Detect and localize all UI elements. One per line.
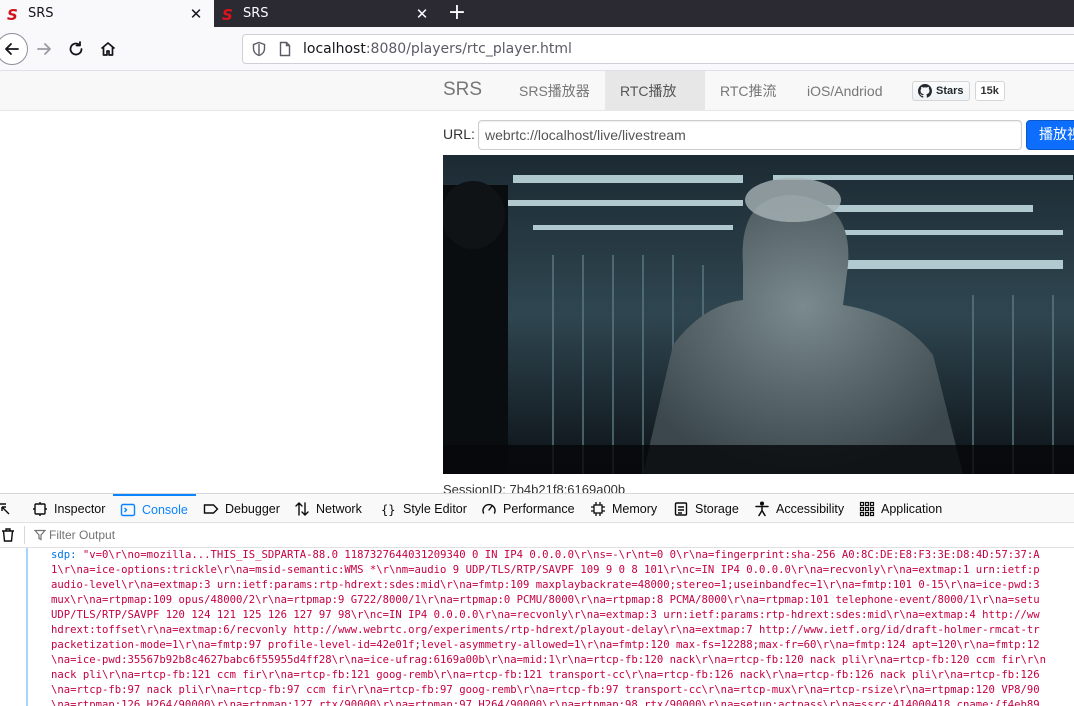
srs-favicon-icon: S xyxy=(222,6,233,22)
back-button[interactable] xyxy=(0,33,28,65)
shield-icon[interactable] xyxy=(251,41,267,57)
element-picker-button[interactable] xyxy=(0,494,18,523)
console-line: \na=ice-pwd:35567b92b8c4627babc6f55955d4… xyxy=(51,654,1046,666)
address-bar[interactable]: localhost:8080/players/rtc_player.html xyxy=(242,34,1074,64)
network-icon xyxy=(295,501,309,516)
new-tab-plus-icon[interactable]: + xyxy=(445,0,469,27)
nav-srs-player[interactable]: SRS播放器 xyxy=(504,71,605,111)
github-icon xyxy=(918,84,932,98)
devtools-tab-style-editor[interactable]: {} Style Editor xyxy=(381,494,467,523)
console-line: \na=rtpmap:126 H264/90000\r\na=rtpmap:12… xyxy=(51,699,1040,706)
accessibility-icon xyxy=(755,500,769,516)
performance-icon xyxy=(482,503,496,514)
video-player[interactable] xyxy=(443,155,1074,474)
console-line: hdrext:toffset\r\na=extmap:6/recvonly ht… xyxy=(51,624,1040,636)
svg-text:S: S xyxy=(7,6,18,22)
console-line: audio-level\r\na=extmap:3 urn:ietf:param… xyxy=(51,579,1040,591)
devtools-tab-memory[interactable]: Memory xyxy=(590,494,657,523)
github-stars-widget: Stars 15k xyxy=(912,81,1005,101)
application-grid-icon xyxy=(859,501,875,516)
devtools-tab-inspector[interactable]: Inspector xyxy=(32,494,105,523)
svg-text:{}: {} xyxy=(381,503,395,517)
close-tab-icon[interactable]: ✕ xyxy=(186,5,206,23)
devtools-tab-debugger[interactable]: Debugger xyxy=(203,494,280,523)
browser-tab-srs-active[interactable]: S SRS ✕ xyxy=(0,0,214,27)
nav-ios-android[interactable]: iOS/Andriod xyxy=(792,71,897,111)
devtools-tab-performance[interactable]: Performance xyxy=(481,494,575,523)
web-page: SRS SRS播放器 RTC播放器 RTC推流 iOS/Andriod Star… xyxy=(0,71,1074,493)
toolbar-separator xyxy=(24,526,25,544)
home-button[interactable] xyxy=(93,34,123,64)
console-line: sdp: "v=0\r\no=mozilla...THIS_IS_SDPARTA… xyxy=(51,549,1040,561)
devtools-tab-application[interactable]: Application xyxy=(859,494,942,523)
console-line: UDP/TLS/RTP/SAVPF 120 124 121 125 126 12… xyxy=(51,609,1040,621)
inspector-icon xyxy=(33,501,47,516)
nav-rtc-publisher[interactable]: RTC推流 xyxy=(705,71,792,111)
browser-tab-srs[interactable]: S SRS ✕ xyxy=(215,0,440,27)
forward-button[interactable] xyxy=(29,34,59,64)
style-editor-icon: {} xyxy=(381,503,395,517)
devtools-tab-console[interactable]: Console xyxy=(113,494,196,523)
video-frame xyxy=(443,155,1074,474)
element-picker-icon xyxy=(0,502,10,514)
arrow-left-icon xyxy=(5,43,19,55)
devtools-tab-storage[interactable]: Storage xyxy=(673,494,739,523)
devtools-tab-network[interactable]: Network xyxy=(294,494,362,523)
filter-output-input[interactable]: Filter Output xyxy=(49,528,115,542)
navigation-toolbar: localhost:8080/players/rtc_player.html xyxy=(0,27,1074,71)
console-line: mux\r\na=rtpmap:109 opus/48000/2\r\na=rt… xyxy=(51,594,1040,606)
site-navbar: SRS SRS播放器 RTC播放器 RTC推流 iOS/Andriod Star… xyxy=(0,71,1074,139)
url-text: localhost:8080/players/rtc_player.html xyxy=(303,41,572,57)
tab-title: SRS xyxy=(28,6,54,21)
srs-favicon-icon: S xyxy=(7,6,18,22)
memory-icon xyxy=(591,501,605,516)
debugger-icon xyxy=(203,503,219,514)
svg-text:S: S xyxy=(222,6,233,22)
console-line: packetization-mode=1\r\na=fmtp:97 profil… xyxy=(51,639,1040,651)
stream-url-input[interactable]: webrtc://localhost/live/livestream xyxy=(478,120,1022,150)
devtools-panel: Inspector Console Debugger Network {} St… xyxy=(0,493,1074,706)
console-icon xyxy=(120,503,136,516)
trash-icon[interactable] xyxy=(0,527,16,543)
site-brand[interactable]: SRS xyxy=(443,79,482,101)
reload-icon xyxy=(69,41,83,56)
tab-title: SRS xyxy=(243,6,269,21)
session-id: SessionID: 7b4b21f8:6169a00b xyxy=(443,482,626,493)
arrow-right-icon xyxy=(37,43,51,55)
play-button[interactable]: 播放视 xyxy=(1026,120,1074,150)
console-line: 1\r\na=ice-options:trickle\r\na=msid-sem… xyxy=(51,564,1040,576)
storage-icon xyxy=(674,501,688,516)
console-group-gutter xyxy=(26,548,28,706)
console-filter-bar: Filter Output xyxy=(0,523,1074,548)
nav-rtc-player[interactable]: RTC播放器 xyxy=(605,71,705,139)
github-stars-count[interactable]: 15k xyxy=(974,81,1005,101)
home-icon xyxy=(100,42,116,56)
url-label: URL: xyxy=(443,126,475,142)
devtools-toolbar: Inspector Console Debugger Network {} St… xyxy=(0,494,1074,523)
devtools-tab-accessibility[interactable]: Accessibility xyxy=(754,494,844,523)
github-stars-label: Stars xyxy=(936,85,964,97)
reload-button[interactable] xyxy=(61,34,91,64)
github-stars-button[interactable]: Stars xyxy=(912,81,970,101)
console-line: \na=rtcp-fb:97 nack pli\r\na=rtcp-fb:97 … xyxy=(51,684,1040,696)
close-tab-icon[interactable]: ✕ xyxy=(412,5,432,23)
tab-strip: S SRS ✕ S SRS ✕ + xyxy=(0,0,1074,27)
page-info-icon[interactable] xyxy=(277,41,293,57)
console-line: nack pli\r\na=rtcp-fb:121 ccm fir\r\na=r… xyxy=(51,669,1040,681)
console-output[interactable]: sdp: "v=0\r\no=mozilla...THIS_IS_SDPARTA… xyxy=(0,548,1074,706)
filter-icon xyxy=(34,529,46,541)
